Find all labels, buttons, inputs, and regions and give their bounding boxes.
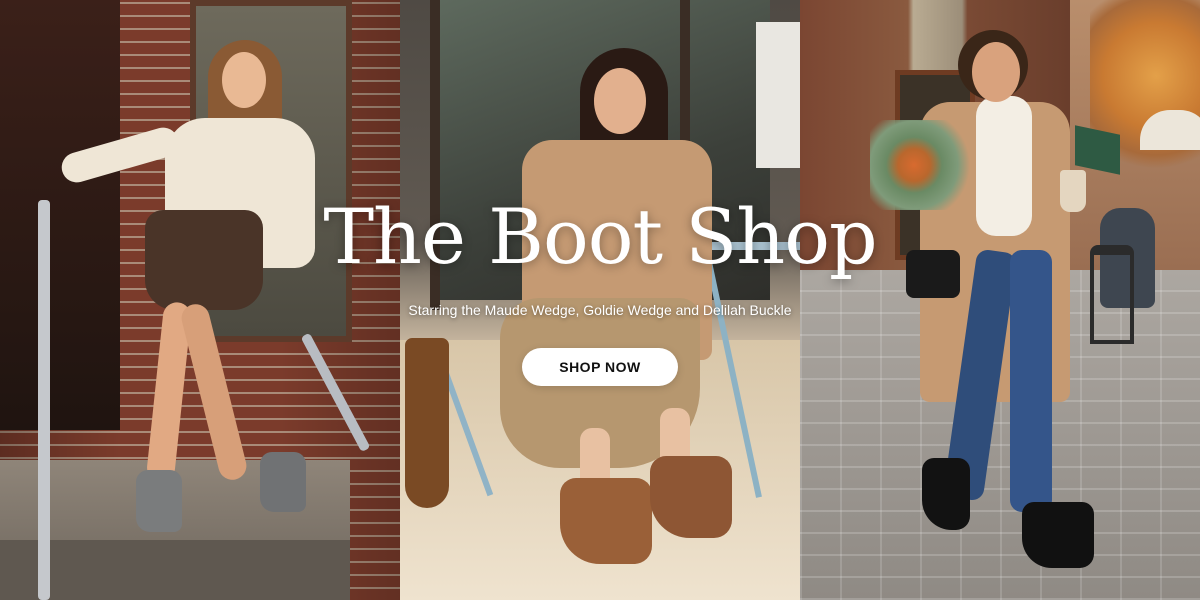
denim-jeans (1010, 250, 1052, 512)
handrail (38, 200, 50, 600)
photo-panel-center (400, 0, 800, 600)
model-face (594, 68, 646, 134)
window-frame (430, 0, 440, 310)
buckle-boot (560, 478, 652, 564)
model-right (870, 30, 1110, 570)
coffee-cup (1060, 170, 1086, 212)
crossbody-bag (906, 250, 960, 298)
photo-panel-left (0, 0, 400, 600)
buckle-boot (650, 456, 732, 538)
model-face (222, 52, 266, 108)
photo-panel-right (800, 0, 1200, 600)
flower-bouquet (870, 120, 980, 210)
model-face (972, 42, 1020, 102)
wall-handrail (300, 332, 371, 453)
door-frame (0, 0, 120, 430)
model-leg (178, 301, 250, 483)
model-left (58, 40, 315, 560)
shop-now-button[interactable]: SHOP NOW (522, 348, 678, 386)
black-wedge-boot (922, 458, 970, 530)
leather-skirt (145, 210, 263, 310)
grey-wedge-boot (136, 470, 182, 532)
hero-banner[interactable]: The Boot Shop Starring the Maude Wedge, … (0, 0, 1200, 600)
grey-wedge-boot (260, 452, 306, 512)
model-center (405, 48, 760, 568)
turtleneck-sweater (976, 96, 1032, 236)
black-wedge-boot (1022, 502, 1094, 568)
fringe-bag (405, 338, 449, 508)
shop-sign (756, 22, 800, 168)
